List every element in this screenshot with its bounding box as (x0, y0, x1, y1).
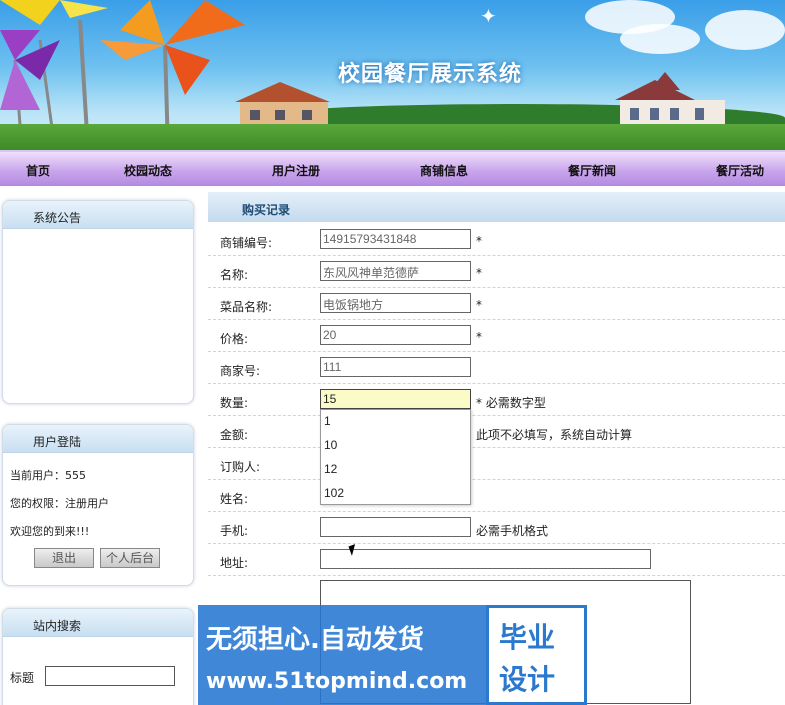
name-field[interactable]: 东风风神单范德萨 (320, 261, 471, 281)
search-label: 标题 (10, 671, 35, 685)
login-title: 用户登陆 (3, 425, 193, 453)
logout-button[interactable]: 退出 (34, 548, 94, 568)
watermark-overlay: 无须担心.自动发货 www.51topmind.com 毕业 设计 (198, 605, 587, 705)
form-header: 购买记录 (208, 192, 785, 222)
sparkle-icon: ✦ (480, 4, 497, 28)
welcome-text: 欢迎您的到来!!! (10, 525, 90, 538)
row-amount: 金额: 此项不必填写，系统自动计算 (208, 416, 785, 448)
row-orderer: 订购人: (208, 448, 785, 480)
header-banner: ✦ 校园餐厅展示系统 (0, 0, 785, 150)
merchant-no-field[interactable]: 111 (320, 357, 471, 377)
row-merchant-no: 商家号: 111 (208, 352, 785, 384)
notice-title: 系统公告 (3, 201, 193, 229)
quantity-autocomplete: 1 10 12 102 (320, 409, 471, 505)
dish-name-field[interactable]: 电饭锅地方 (320, 293, 471, 313)
autocomplete-option[interactable]: 102 (321, 482, 470, 506)
autocomplete-option[interactable]: 1 (321, 410, 470, 434)
row-quantity: 数量: 15 * 必需数字型 (208, 384, 785, 416)
autocomplete-option[interactable]: 10 (321, 434, 470, 458)
autocomplete-option[interactable]: 12 (321, 458, 470, 482)
phone-field[interactable] (320, 517, 471, 537)
site-title: 校园餐厅展示系统 (338, 61, 523, 87)
nav-restaurant-events[interactable]: 餐厅活动 (716, 162, 764, 179)
nav-restaurant-news[interactable]: 餐厅新闻 (568, 162, 616, 179)
nav-home[interactable]: 首页 (26, 162, 50, 179)
watermark-seal: 毕业 设计 (486, 605, 587, 705)
search-title: 站内搜索 (3, 609, 193, 637)
nav-campus-news[interactable]: 校园动态 (124, 162, 172, 179)
row-address: 地址: (208, 544, 785, 576)
row-fullname: 姓名: (208, 480, 785, 512)
current-user: 当前用户：555 (10, 469, 86, 482)
row-name: 名称: 东风风神单范德萨 * (208, 256, 785, 288)
quantity-field[interactable]: 15 (320, 389, 471, 409)
price-field[interactable]: 20 (320, 325, 471, 345)
shop-id-field[interactable]: 14915793431848 (320, 229, 471, 249)
row-phone: 手机: 必需手机格式 (208, 512, 785, 544)
address-field[interactable] (320, 549, 651, 569)
search-input[interactable] (45, 666, 175, 686)
row-dish-name: 菜品名称: 电饭锅地方 * (208, 288, 785, 320)
user-permission: 您的权限：注册用户 (10, 497, 109, 510)
nav-register[interactable]: 用户注册 (272, 162, 320, 179)
backend-button[interactable]: 个人后台 (100, 548, 160, 568)
row-price: 价格: 20 * (208, 320, 785, 352)
main-nav: 首页 校园动态 用户注册 商铺信息 餐厅新闻 餐厅活动 (0, 150, 785, 186)
search-panel: 站内搜索 (2, 608, 194, 705)
row-shop-id: 商铺编号: 14915793431848 * (208, 224, 785, 256)
notice-panel: 系统公告 (2, 200, 194, 404)
nav-shop-info[interactable]: 商铺信息 (420, 162, 468, 179)
